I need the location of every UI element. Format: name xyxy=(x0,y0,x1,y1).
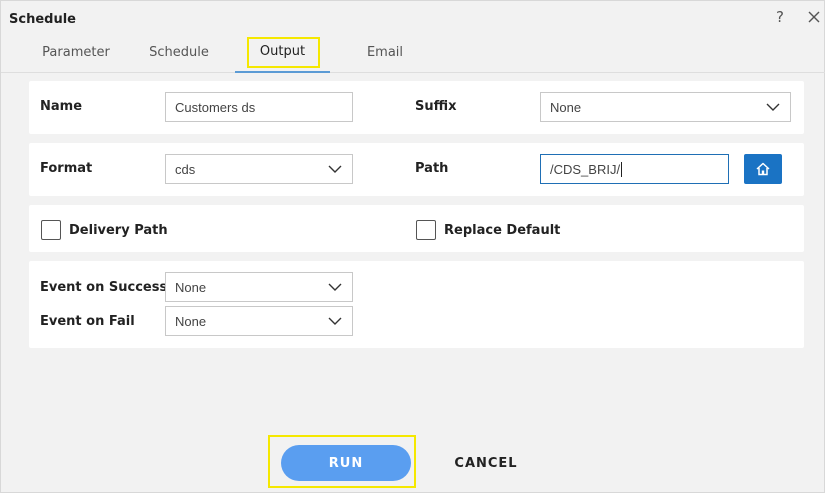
tab-parameter[interactable]: Parameter xyxy=(31,31,121,73)
help-icon[interactable]: ? xyxy=(773,8,787,26)
cancel-button[interactable]: CANCEL xyxy=(449,445,523,481)
name-suffix-panel: Name Customers ds Suffix None xyxy=(29,81,804,134)
format-select-value: cds xyxy=(175,161,196,177)
tab-schedule[interactable]: Schedule xyxy=(139,31,219,73)
run-button[interactable]: RUN xyxy=(281,445,411,481)
delivery-path-label: Delivery Path xyxy=(69,223,168,238)
dialog-title: Schedule xyxy=(9,12,76,27)
event-success-label: Event on Success xyxy=(40,280,168,295)
path-label: Path xyxy=(415,161,449,176)
chevron-down-icon xyxy=(328,165,342,173)
tab-bar: Parameter Schedule Output Email xyxy=(1,31,825,73)
event-success-value: None xyxy=(175,279,207,295)
path-input[interactable]: /CDS_BRIJ/ xyxy=(540,154,729,184)
tab-email[interactable]: Email xyxy=(353,31,417,73)
close-icon-glyph xyxy=(808,11,820,23)
format-path-panel: Format cds Path /CDS_BRIJ/ xyxy=(29,143,804,196)
events-panel: Event on Success None Event on Fail None xyxy=(29,261,804,348)
format-select[interactable]: cds xyxy=(165,154,353,184)
format-label: Format xyxy=(40,161,93,176)
event-success-select[interactable]: None xyxy=(165,272,353,302)
chevron-down-icon xyxy=(766,103,780,111)
replace-default-checkbox[interactable] xyxy=(416,220,436,240)
home-icon xyxy=(756,162,770,176)
event-fail-select[interactable]: None xyxy=(165,306,353,336)
name-input[interactable]: Customers ds xyxy=(165,92,353,122)
path-home-button[interactable] xyxy=(744,154,782,184)
event-fail-value: None xyxy=(175,313,207,329)
path-input-value: /CDS_BRIJ/ xyxy=(550,161,621,177)
suffix-label: Suffix xyxy=(415,99,457,114)
suffix-select-value: None xyxy=(550,99,582,115)
chevron-down-icon xyxy=(328,317,342,325)
checkbox-panel: Delivery Path Replace Default xyxy=(29,205,804,252)
delivery-path-checkbox[interactable] xyxy=(41,220,61,240)
event-fail-label: Event on Fail xyxy=(40,314,135,329)
chevron-down-icon xyxy=(328,283,342,291)
tab-output[interactable]: Output xyxy=(235,31,330,73)
replace-default-label: Replace Default xyxy=(444,223,561,238)
suffix-select[interactable]: None xyxy=(540,92,791,122)
name-label: Name xyxy=(40,99,83,114)
close-icon[interactable] xyxy=(806,9,822,25)
text-caret xyxy=(621,161,623,177)
schedule-dialog: Schedule ? Parameter Schedule Output Ema… xyxy=(0,0,825,493)
